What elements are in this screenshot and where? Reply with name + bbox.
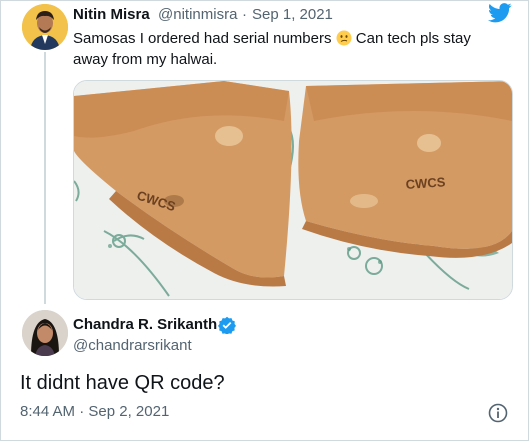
samosa-photo[interactable]: CWCS CWCS: [73, 80, 513, 300]
tweet-date[interactable]: Sep 1, 2021: [252, 6, 333, 23]
reply-timestamp[interactable]: 8:44 AM · Sep 2, 2021: [20, 403, 169, 420]
info-icon[interactable]: [488, 403, 508, 423]
confused-face-emoji: [336, 30, 352, 46]
thread-connector-line: [44, 52, 46, 304]
reply-author-name[interactable]: Chandra R. Srikanth: [73, 316, 217, 333]
date-separator: ·: [242, 6, 247, 23]
reply-text: It didnt have QR code?: [20, 372, 225, 394]
photo-image: CWCS CWCS: [74, 81, 512, 299]
svg-text:CWCS: CWCS: [405, 174, 446, 192]
avatar-image: [22, 4, 68, 50]
reply-separator: ·: [79, 403, 85, 420]
author-handle[interactable]: @nitinmisra: [158, 6, 237, 23]
twitter-bird-icon[interactable]: [488, 3, 512, 23]
avatar-image: [22, 310, 68, 356]
reply-author-handle[interactable]: @chandrarsrikant: [73, 337, 192, 354]
tweet-text: Samosas I ordered had serial numbers Can…: [73, 28, 503, 70]
verified-badge-icon: [218, 316, 236, 334]
author-name[interactable]: Nitin Misra: [73, 6, 150, 23]
avatar-nitin-misra[interactable]: [22, 4, 68, 50]
tweet-text-start: Samosas I ordered had serial numbers: [73, 30, 332, 47]
reply-time: 8:44 AM: [20, 403, 76, 420]
reply-date: Sep 2, 2021: [88, 403, 170, 420]
avatar-chandra-srikanth[interactable]: [22, 310, 68, 356]
